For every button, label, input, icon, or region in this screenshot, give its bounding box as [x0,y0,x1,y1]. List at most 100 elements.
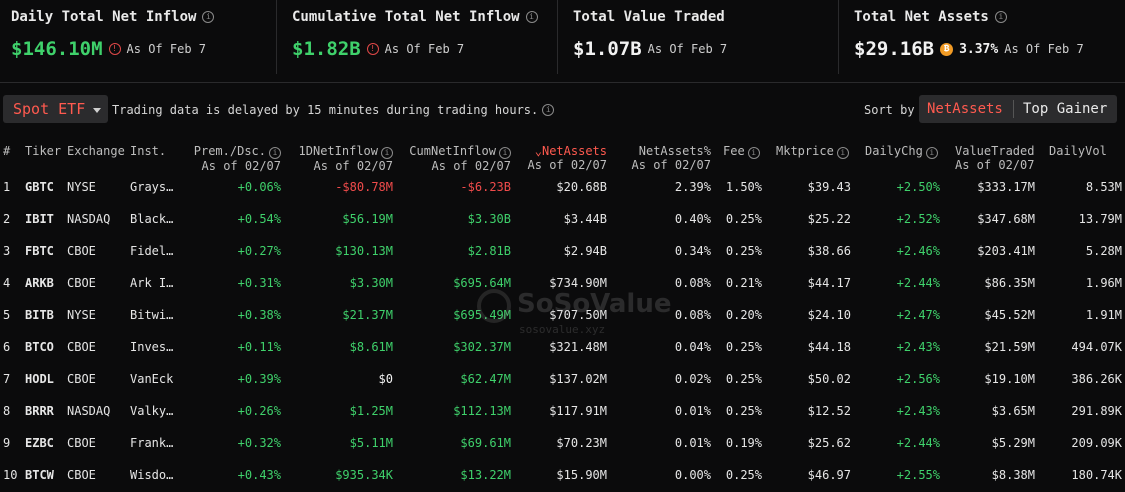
cell-daily-chg: +2.43% [896,340,940,354]
col-1d-net-inflow[interactable]: 1DNetInflow i As of 02/07 [282,144,393,173]
cell-fee: 0.25% [725,244,762,258]
cell-inst: VanEck [130,372,174,386]
cell-premium: +0.06% [237,180,281,194]
col-label: NetAssets% [638,144,711,158]
col-fee[interactable]: Fee i [723,144,760,159]
col-daily-vol[interactable]: DailyVol [1049,144,1107,158]
col-net-assets[interactable]: ⌄NetAssets As of 02/07 [512,144,607,172]
chevron-down-icon [93,108,101,113]
info-icon[interactable]: i [499,147,511,159]
cell-ticker: BITB [25,308,54,322]
col-inst[interactable]: Inst. [130,144,166,158]
cell-daily-chg: +2.46% [896,244,940,258]
col-label: NetAssets [541,144,607,158]
col-value-traded[interactable]: ValueTraded As of 02/07 [955,144,1034,172]
cell-daily-chg: +2.56% [896,372,940,386]
col-ticker[interactable]: Tiker [25,144,61,158]
info-icon[interactable]: i [202,11,215,23]
card-value-row: $29.16B ₿ 3.37% As Of Feb 7 [854,38,1084,60]
cell-net-assets: $321.48M [549,340,607,354]
sort-net-assets-button[interactable]: NetAssets [927,101,1003,117]
cell-index: 1 [3,180,11,194]
info-icon[interactable]: i [925,147,938,159]
info-icon[interactable]: i [747,147,760,159]
cell-mktprice: $12.52 [807,404,851,418]
watermark-url: sosovalue.xyz [519,323,606,336]
cell-exchange: CBOE [67,436,96,450]
cell-1d-net-inflow: $3.30M [349,276,393,290]
col-cum-net-inflow[interactable]: CumNetInflow i As of 02/07 [394,144,511,173]
cell-net-assets: $15.90M [556,468,607,482]
cell-net-assets: $137.02M [549,372,607,386]
card-value: $1.07B [573,38,642,60]
cell-mktprice: $46.97 [807,468,851,482]
cell-value-traded: $8.38M [991,468,1035,482]
sosovalue-logo-icon [477,289,511,323]
as-of-date: As Of Feb 7 [1004,42,1084,56]
sort-toggle: NetAssets Top Gainer [919,95,1117,123]
warning-icon[interactable]: ! [108,43,121,55]
info-icon[interactable]: i [542,104,555,116]
cell-ticker: ARKB [25,276,54,290]
col-daily-chg[interactable]: DailyChg i [865,144,938,159]
info-icon[interactable]: i [381,147,393,159]
col-mktprice[interactable]: Mktprice i [776,144,849,159]
cell-daily-chg: +2.43% [896,404,940,418]
table-row[interactable]: 2 IBIT NASDAQ Black… +0.54% $56.19M $3.30B $3.4… [0,204,1125,236]
card-value-row: $1.07B As Of Feb 7 [573,38,727,60]
table-row[interactable]: 3 FBTC CBOE Fidel… +0.27% $130.13M $2.81B $2.94… [0,236,1125,268]
cell-mktprice: $38.66 [807,244,851,258]
cell-premium: +0.43% [237,468,281,482]
cell-inst: Frank… [130,436,174,450]
col-sublabel: As of 02/07 [201,159,281,173]
sort-top-gainer-button[interactable]: Top Gainer [1023,101,1107,117]
daily-net-inflow-card: Daily Total Net Inflow i $146.10M! As Of F… [0,0,277,74]
table-row[interactable]: 7 HODL CBOE VanEck +0.39% $0 $62.47M $137.02M 0.… [0,364,1125,396]
cell-exchange: NYSE [67,180,96,194]
table-row[interactable]: 1 GBTC NYSE Grays… +0.06% -$80.78M -$6.23B $20.… [0,172,1125,204]
cell-1d-net-inflow: $5.11M [349,436,393,450]
info-icon[interactable]: i [994,11,1007,23]
card-title-text: Cumulative Total Net Inflow [292,9,520,25]
info-icon[interactable]: i [269,147,281,159]
col-exchange[interactable]: Exchange [67,144,125,158]
table-row[interactable]: 10 BTCW CBOE Wisdo… +0.43% $935.34K $13.22M $15… [0,460,1125,492]
info-icon[interactable]: i [525,11,538,23]
table-row[interactable]: 8 BRRR NASDAQ Valky… +0.26% $1.25M $112.13M $11… [0,396,1125,428]
col-sublabel: As of 02/07 [631,158,711,172]
etf-type-select[interactable]: Spot ETF [3,95,108,123]
cell-net-assets-pct: 0.34% [674,244,711,258]
warning-icon[interactable]: ! [366,43,379,55]
cell-daily-vol: 5.28M [1085,244,1122,258]
col-sublabel: As of 02/07 [313,159,393,173]
cell-exchange: CBOE [67,340,96,354]
cell-inst: Valky… [130,404,174,418]
cell-cum-net-inflow: $302.37M [453,340,511,354]
cell-1d-net-inflow: $8.61M [349,340,393,354]
cell-value-traded: $21.59M [984,340,1035,354]
sort-desc-icon: ⌄ [534,144,542,158]
cell-premium: +0.38% [237,308,281,322]
info-icon[interactable]: i [836,147,849,159]
col-net-assets-pct[interactable]: NetAssets% As of 02/07 [610,144,711,172]
table-row[interactable]: 9 EZBC CBOE Frank… +0.32% $5.11M $69.61M $70.23… [0,428,1125,460]
summary-bar: Daily Total Net Inflow i $146.10M! As Of F… [0,0,1125,83]
col-label: ValueTraded [955,144,1035,158]
cell-daily-chg: +2.52% [896,212,940,226]
cell-fee: 0.25% [725,340,762,354]
cell-inst: Bitwi… [130,308,174,322]
cell-ticker: BRRR [25,404,54,418]
cell-fee: 0.25% [725,468,762,482]
cell-fee: 0.20% [725,308,762,322]
cell-net-assets-pct: 0.00% [674,468,711,482]
cell-fee: 0.25% [725,212,762,226]
cell-net-assets-pct: 0.01% [674,404,711,418]
cell-net-assets-pct: 0.02% [674,372,711,386]
card-title-text: Total Value Traded [573,9,725,25]
cell-premium: +0.26% [237,404,281,418]
cell-1d-net-inflow: $130.13M [335,244,393,258]
cell-fee: 0.25% [725,404,762,418]
col-premium[interactable]: Prem./Dsc. i As of 02/07 [180,144,281,173]
cell-net-assets: $2.94B [563,244,607,258]
cell-1d-net-inflow: $56.19M [342,212,393,226]
